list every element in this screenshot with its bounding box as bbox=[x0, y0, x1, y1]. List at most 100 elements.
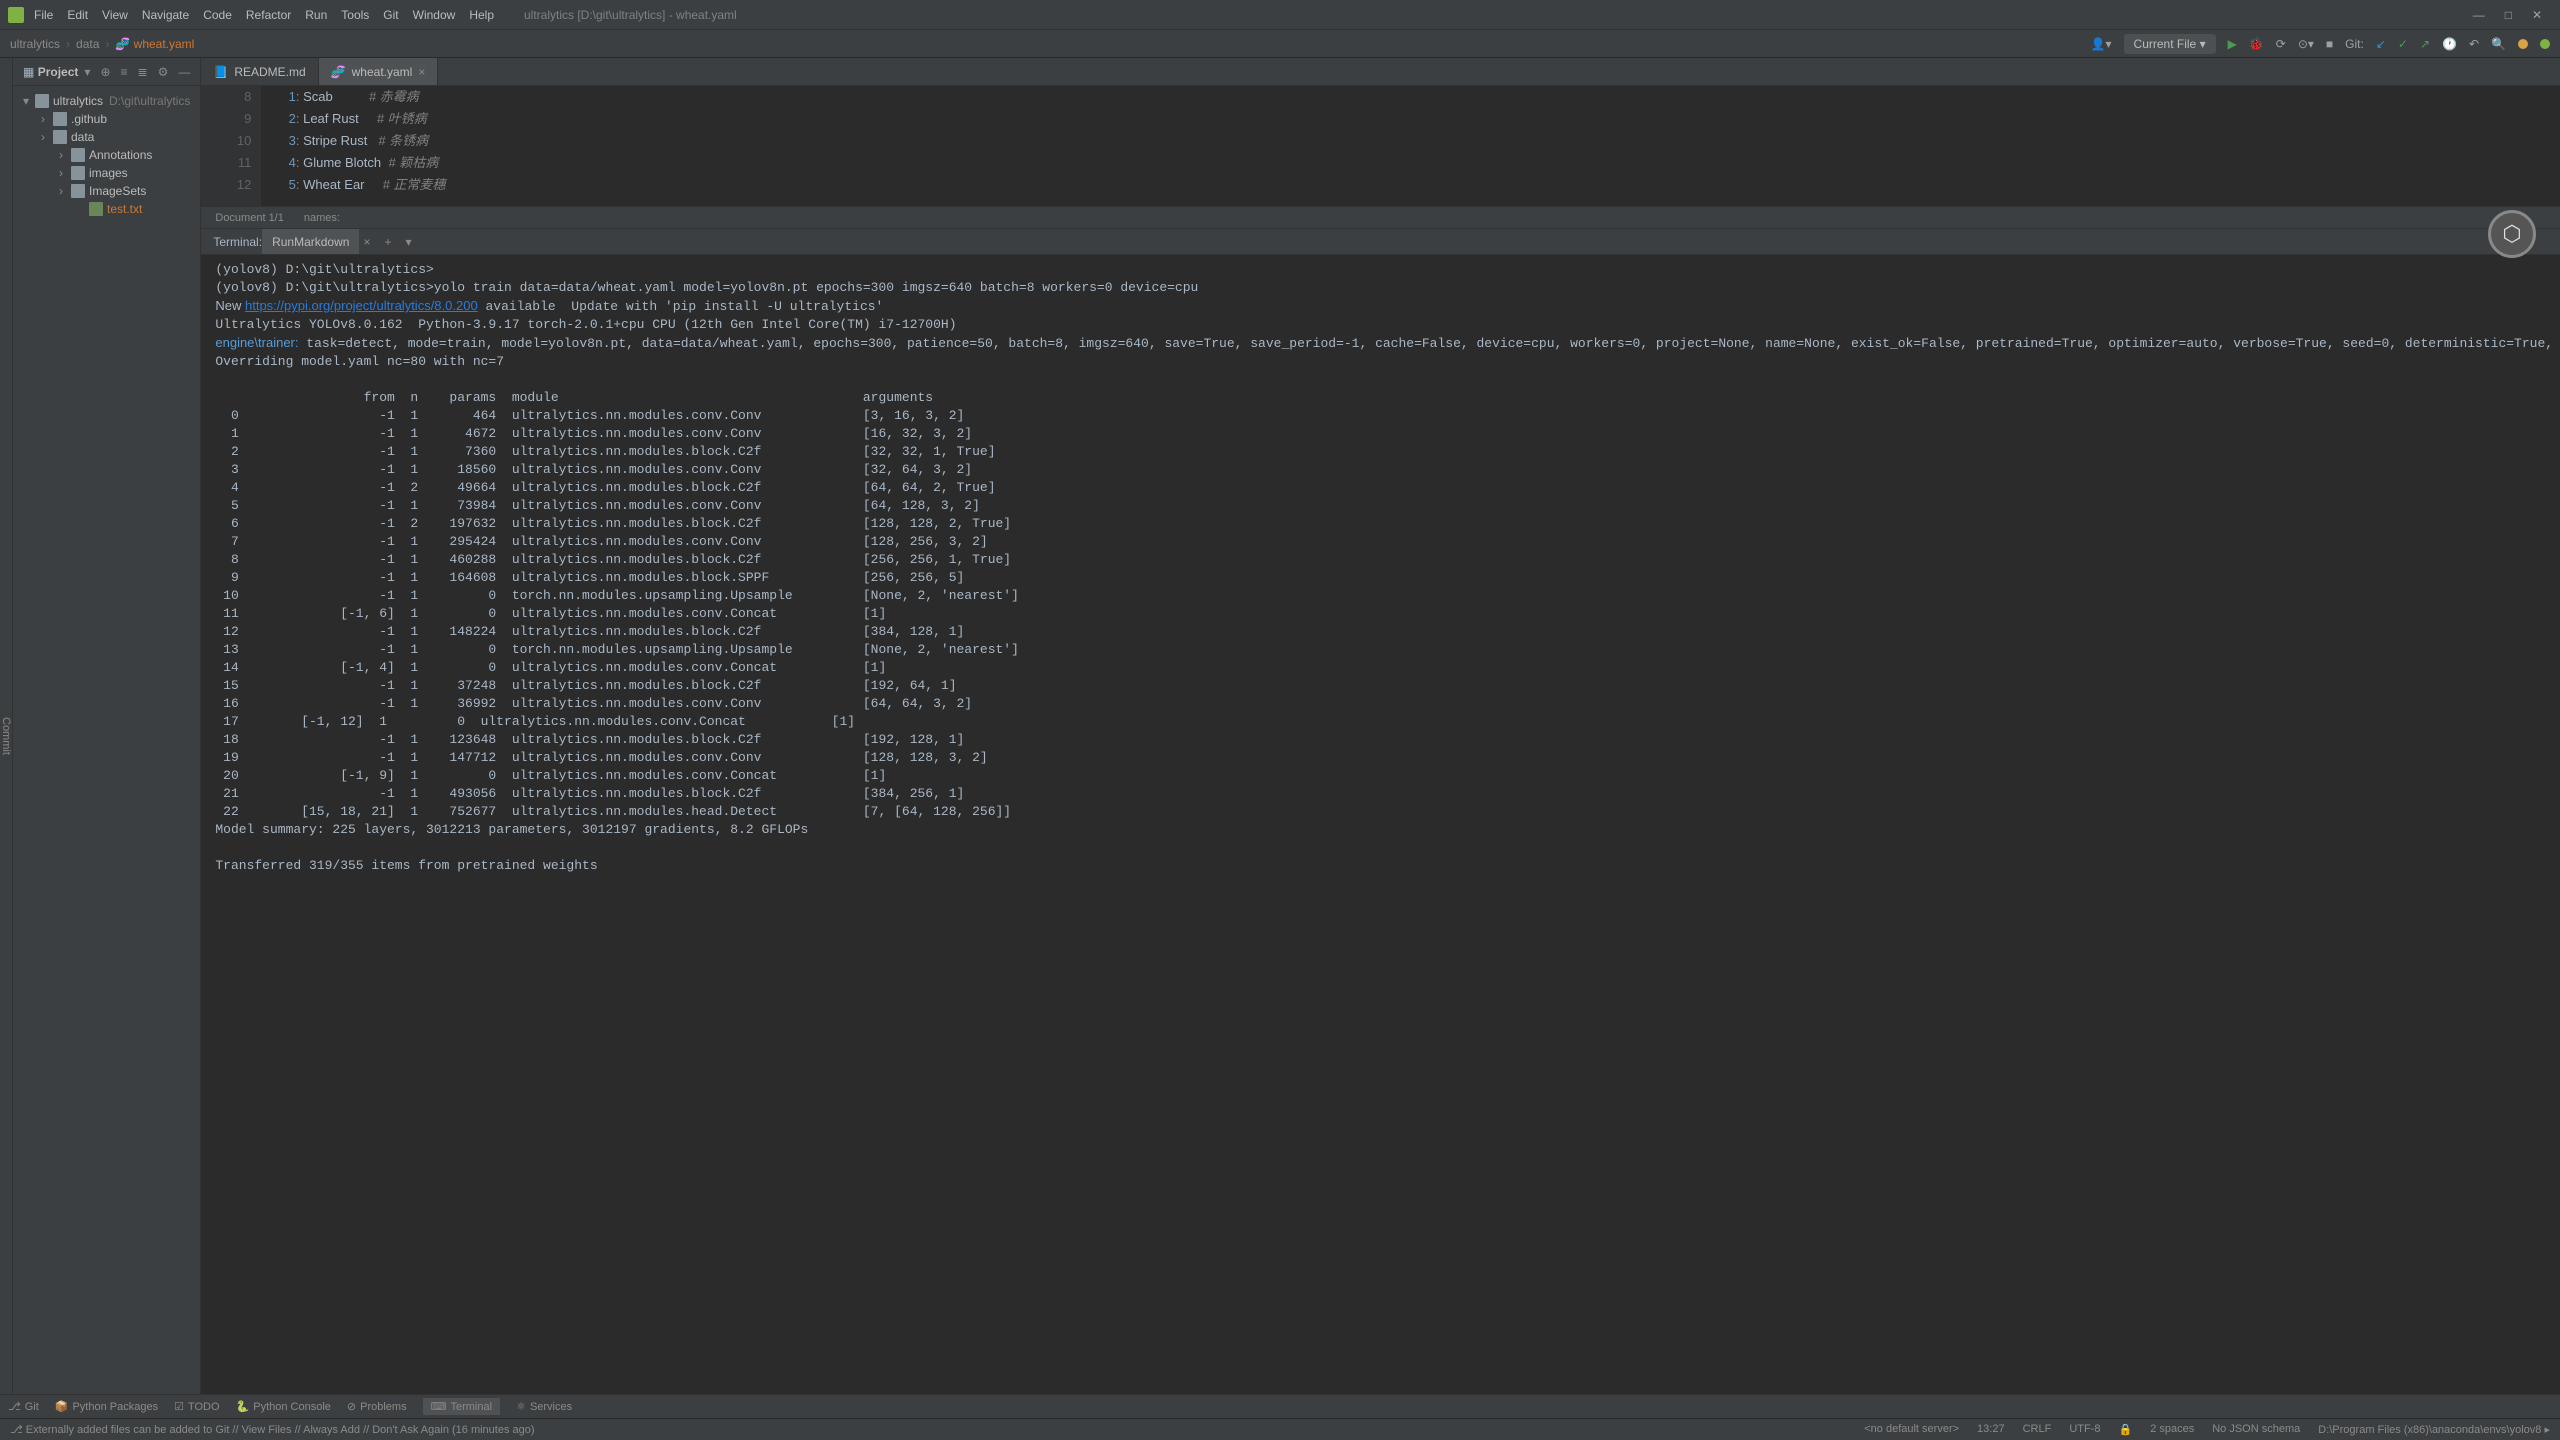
tool-python-packages[interactable]: 📦Python Packages bbox=[55, 1400, 158, 1413]
status-message[interactable]: Externally added files can be added to G… bbox=[26, 1424, 535, 1436]
menu-tools[interactable]: Tools bbox=[341, 8, 369, 22]
tool-terminal[interactable]: ⌨Terminal bbox=[423, 1398, 500, 1415]
breadcrumb-bar: ultralytics › data › 🧬 wheat.yaml 👤▾ Cur… bbox=[0, 30, 2560, 58]
run-icon[interactable]: ▶ bbox=[2228, 37, 2237, 51]
ai-assistant-badge[interactable]: ⬡ bbox=[2488, 210, 2536, 258]
tab-label: README.md bbox=[234, 65, 305, 79]
debug-icon[interactable]: 🐞 bbox=[2249, 37, 2264, 51]
chevron-icon[interactable]: › bbox=[59, 148, 71, 162]
lock-icon[interactable]: 🔒 bbox=[2118, 1423, 2132, 1436]
window-title: ultralytics [D:\git\ultralytics] - wheat… bbox=[524, 8, 737, 22]
terminal-tab[interactable]: RunMarkdown bbox=[262, 229, 359, 254]
breadcrumb-file[interactable]: 🧬 wheat.yaml bbox=[115, 37, 194, 51]
editor-tab-readme[interactable]: 📘 README.md bbox=[201, 58, 318, 85]
chevron-icon[interactable]: › bbox=[59, 166, 71, 180]
tool-git[interactable]: ⎇Git bbox=[8, 1400, 39, 1413]
expand-icon[interactable]: ≡ bbox=[121, 65, 128, 79]
close-icon[interactable]: ✕ bbox=[2532, 8, 2542, 22]
terminal-header: Terminal: RunMarkdown × + ▾ ⚙ — bbox=[201, 229, 2560, 255]
menu-window[interactable]: Window bbox=[413, 8, 456, 22]
status-encoding[interactable]: UTF-8 bbox=[2069, 1423, 2100, 1436]
close-icon[interactable]: × bbox=[363, 235, 370, 249]
project-header: ▦ Project ▾ ⊕ ≡ ≣ ⚙ — bbox=[13, 58, 200, 86]
tree-row[interactable]: ›data bbox=[13, 128, 200, 146]
git-icon: ⎇ bbox=[8, 1400, 21, 1413]
breadcrumb-folder[interactable]: data bbox=[76, 37, 99, 51]
tool-services[interactable]: ⚛Services bbox=[516, 1400, 572, 1413]
toolbar-right: 👤▾ Current File ▾ ▶ 🐞 ⟳ ⊙▾ ■ Git: ↙ ✓ ↗ … bbox=[2091, 34, 2550, 54]
chevron-icon[interactable]: › bbox=[59, 184, 71, 198]
breadcrumb-root[interactable]: ultralytics bbox=[10, 37, 60, 51]
tree-row[interactable]: › images bbox=[13, 164, 200, 182]
chevron-down-icon[interactable]: ▾ bbox=[84, 65, 90, 79]
tree-row[interactable]: ›ImageSets bbox=[13, 182, 200, 200]
tree-row[interactable]: ›Annotations bbox=[13, 146, 200, 164]
rollback-icon[interactable]: ↶ bbox=[2469, 37, 2479, 51]
tree-row[interactable]: test.txt bbox=[13, 200, 200, 218]
project-tree[interactable]: ▾ ultralytics D:\git\ultralytics ›.githu… bbox=[13, 86, 200, 1394]
menu-navigate[interactable]: Navigate bbox=[142, 8, 189, 22]
chevron-down-icon[interactable]: ▾ bbox=[405, 235, 411, 249]
status-interpreter[interactable]: D:\Program Files (x86)\anaconda\envs\yol… bbox=[2318, 1423, 2550, 1436]
project-title[interactable]: Project bbox=[38, 65, 79, 79]
ide-status-icon[interactable] bbox=[2518, 39, 2528, 49]
stop-icon[interactable]: ■ bbox=[2326, 37, 2333, 51]
menu-code[interactable]: Code bbox=[203, 8, 232, 22]
status-server[interactable]: <no default server> bbox=[1864, 1423, 1959, 1436]
chevron-icon[interactable]: › bbox=[41, 130, 53, 144]
menu-git[interactable]: Git bbox=[383, 8, 398, 22]
status-caret[interactable]: 13:27 bbox=[1977, 1423, 2005, 1436]
ide-ready-icon[interactable] bbox=[2540, 39, 2550, 49]
status-eol[interactable]: CRLF bbox=[2023, 1423, 2052, 1436]
commit-tool-stripe[interactable]: Commit bbox=[0, 78, 12, 1394]
git-history-icon[interactable]: 🕐 bbox=[2442, 37, 2457, 51]
tree-row[interactable]: ›.github bbox=[13, 110, 200, 128]
git-push-icon[interactable]: ↗ bbox=[2420, 37, 2430, 51]
editor-content[interactable]: 89101112 1: Scab # 赤霉病 2: Leaf Rust # 叶锈… bbox=[201, 86, 2560, 206]
status-indent[interactable]: 2 spaces bbox=[2150, 1423, 2194, 1436]
vcs-branch-icon[interactable]: ⎇ bbox=[10, 1423, 23, 1436]
menu-edit[interactable]: Edit bbox=[67, 8, 88, 22]
search-icon[interactable]: 🔍 bbox=[2491, 37, 2506, 51]
git-pull-icon[interactable]: ↙ bbox=[2376, 37, 2386, 51]
menu-refactor[interactable]: Refactor bbox=[246, 8, 291, 22]
editor-area: 📘 README.md 🧬 wheat.yaml × 89101112 1: S… bbox=[201, 58, 2560, 1394]
collapse-icon[interactable]: ≣ bbox=[138, 65, 148, 79]
code[interactable]: 1: Scab # 赤霉病 2: Leaf Rust # 叶锈病 3: Stri… bbox=[261, 86, 2560, 206]
tree-root[interactable]: ▾ ultralytics D:\git\ultralytics bbox=[13, 92, 200, 110]
menu-run[interactable]: Run bbox=[305, 8, 327, 22]
git-label: Git: bbox=[2345, 37, 2364, 51]
services-icon: ⚛ bbox=[516, 1400, 526, 1413]
add-user-icon[interactable]: 👤▾ bbox=[2091, 37, 2112, 51]
menu-help[interactable]: Help bbox=[469, 8, 494, 22]
folder-icon bbox=[53, 130, 67, 144]
project-icon: ▦ bbox=[23, 65, 34, 79]
profile-icon[interactable]: ⊙▾ bbox=[2298, 37, 2314, 51]
terminal-body[interactable]: (yolov8) D:\git\ultralytics> (yolov8) D:… bbox=[201, 255, 2560, 881]
chevron-down-icon[interactable]: ▾ bbox=[23, 94, 35, 108]
package-icon: 📦 bbox=[55, 1400, 69, 1413]
target-icon[interactable]: ⊕ bbox=[100, 65, 110, 79]
hide-icon[interactable]: — bbox=[178, 65, 190, 79]
run-config-selector[interactable]: Current File ▾ bbox=[2124, 34, 2216, 54]
menu-file[interactable]: File bbox=[34, 8, 53, 22]
add-tab-icon[interactable]: + bbox=[384, 235, 391, 249]
close-icon[interactable]: × bbox=[418, 65, 425, 79]
tool-todo[interactable]: ☑TODO bbox=[174, 1400, 219, 1413]
status-schema[interactable]: No JSON schema bbox=[2212, 1423, 2300, 1436]
coverage-icon[interactable]: ⟳ bbox=[2276, 37, 2286, 51]
tree-label: images bbox=[89, 166, 128, 180]
minimize-icon[interactable]: — bbox=[2473, 8, 2485, 22]
tool-problems[interactable]: ⊘Problems bbox=[347, 1400, 407, 1413]
field-name: names: bbox=[304, 212, 340, 224]
tree-label: test.txt bbox=[107, 202, 142, 216]
menu-view[interactable]: View bbox=[102, 8, 128, 22]
tool-python-console[interactable]: 🐍Python Console bbox=[236, 1400, 331, 1413]
editor-tab-wheat[interactable]: 🧬 wheat.yaml × bbox=[319, 58, 439, 85]
problems-icon: ⊘ bbox=[347, 1400, 356, 1413]
maximize-icon[interactable]: □ bbox=[2505, 8, 2512, 22]
git-commit-icon[interactable]: ✓ bbox=[2398, 37, 2408, 51]
chevron-icon[interactable]: › bbox=[41, 112, 53, 126]
gear-icon[interactable]: ⚙ bbox=[158, 65, 169, 79]
tree-label: ultralytics bbox=[53, 94, 103, 108]
